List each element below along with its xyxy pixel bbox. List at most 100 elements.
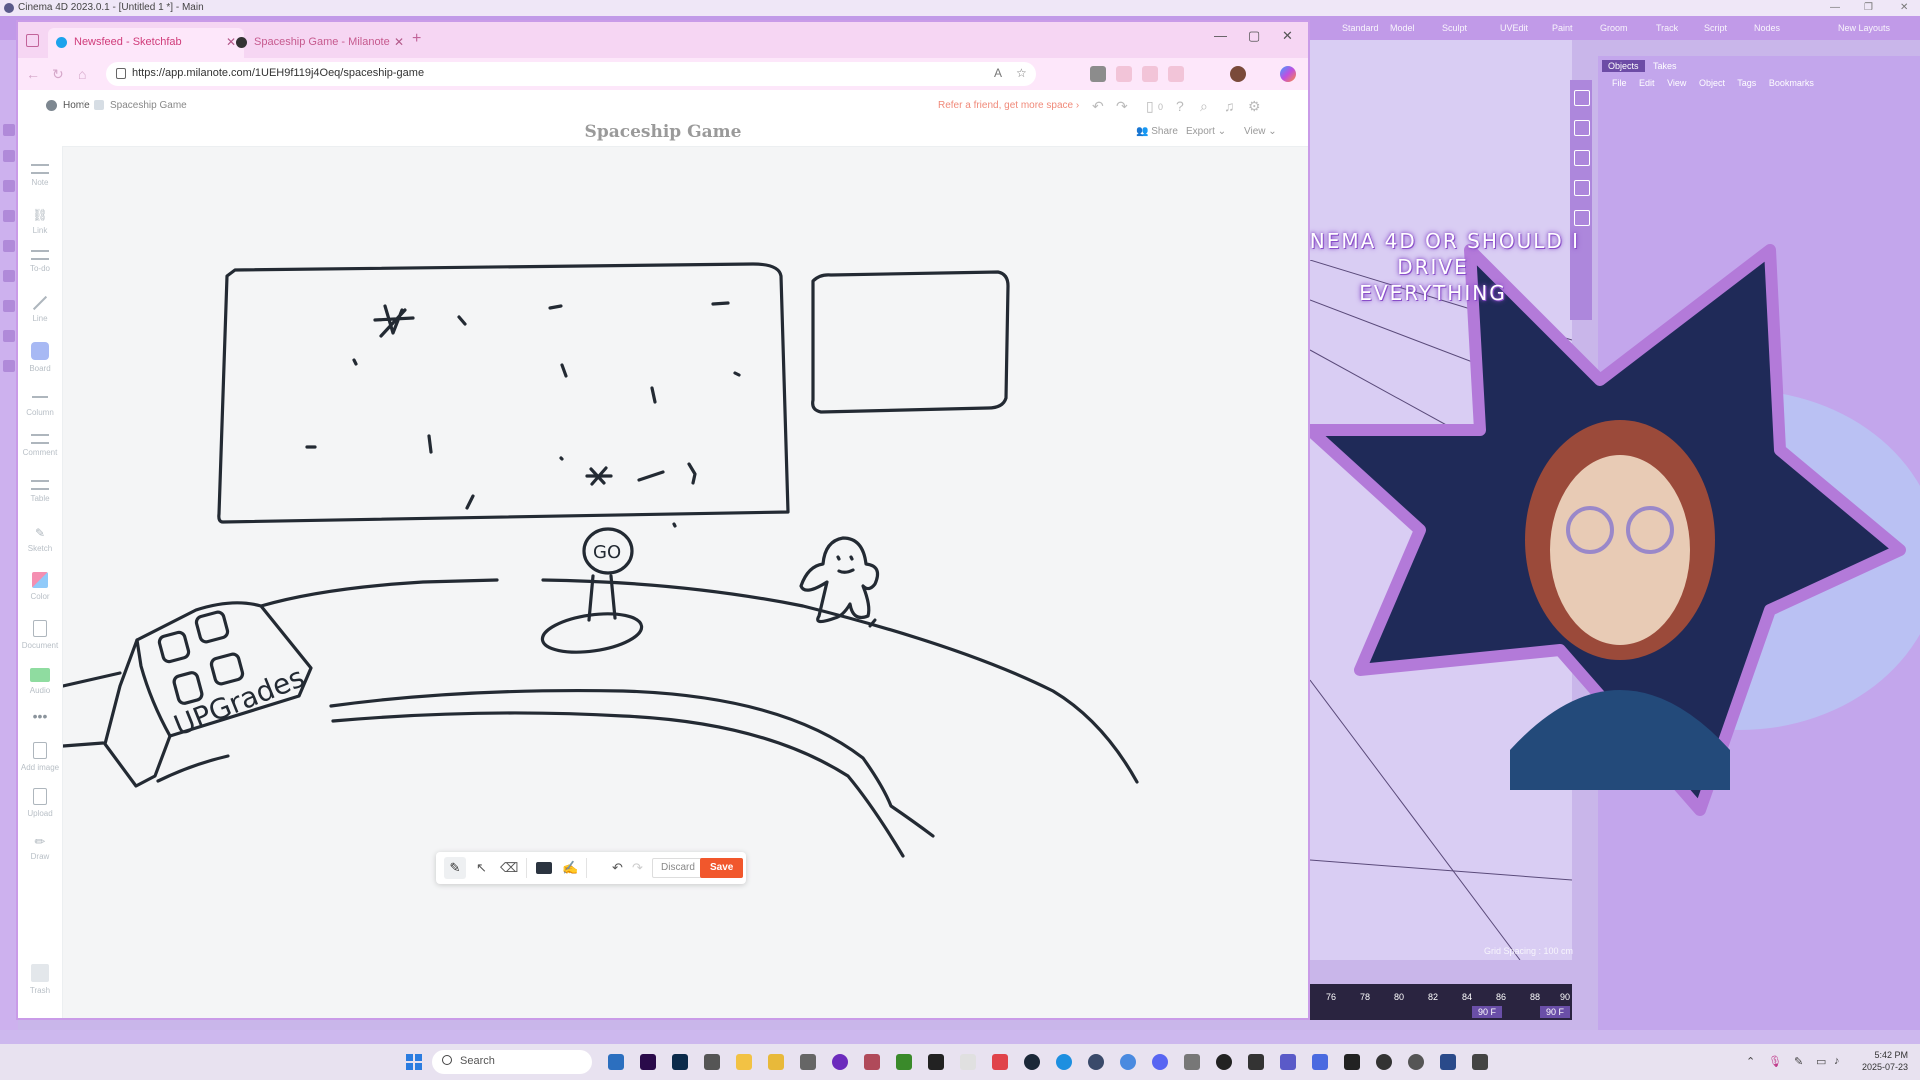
tool-draw[interactable]: ✏ Draw: [18, 834, 62, 861]
maximize-icon[interactable]: ❐: [1864, 0, 1873, 16]
c4d-view-icon[interactable]: [1574, 90, 1590, 106]
taskbar-app-icon[interactable]: [1120, 1054, 1136, 1070]
microphone-icon[interactable]: 🎙: [1768, 1055, 1782, 1068]
breadcrumb-board[interactable]: Spaceship Game: [94, 100, 187, 111]
undo-icon[interactable]: ↶: [612, 860, 623, 876]
taskbar-app-icon[interactable]: [1472, 1054, 1488, 1070]
tool-upload[interactable]: Upload: [18, 788, 62, 818]
board-title[interactable]: Spaceship Game: [18, 122, 1308, 142]
taskbar-app-icon[interactable]: [1312, 1054, 1328, 1070]
tool-line[interactable]: Line: [18, 294, 62, 323]
pen-icon[interactable]: ✎: [1794, 1055, 1803, 1068]
taskbar-app-icon[interactable]: [768, 1054, 784, 1070]
share-button[interactable]: 👥 Share: [1136, 126, 1178, 137]
taskbar-app-icon[interactable]: [864, 1054, 880, 1070]
extension-icon[interactable]: [1168, 66, 1184, 82]
tool-more[interactable]: •••: [18, 709, 62, 728]
c4d-layout-tab[interactable]: Model: [1390, 23, 1415, 33]
c4d-layout-tab[interactable]: UVEdit: [1500, 23, 1528, 33]
refresh-icon[interactable]: ↻: [52, 66, 64, 83]
c4d-menu-item[interactable]: File: [1612, 78, 1627, 88]
gear-icon[interactable]: [1574, 210, 1590, 226]
c4d-tool-icon[interactable]: [3, 180, 15, 192]
extension-icon[interactable]: [1116, 66, 1132, 82]
c4d-tool-icon[interactable]: [3, 360, 15, 372]
c4d-menu-item[interactable]: Tags: [1737, 78, 1756, 88]
tool-column[interactable]: Column: [18, 390, 62, 417]
tool-trash[interactable]: Trash: [18, 964, 62, 995]
premiere-icon[interactable]: [640, 1054, 656, 1070]
redo-icon[interactable]: ↷: [632, 860, 643, 876]
redo-icon[interactable]: ↷: [1116, 98, 1128, 115]
pen-size-icon[interactable]: ✍: [562, 860, 578, 876]
teams-icon[interactable]: [1280, 1054, 1296, 1070]
cube-icon[interactable]: [1574, 120, 1590, 136]
gear-icon[interactable]: ⚙: [1248, 98, 1261, 115]
tab-actions-icon[interactable]: [26, 34, 39, 47]
c4d-tool-icon[interactable]: [3, 124, 15, 136]
c4d-layout-tab[interactable]: Nodes: [1754, 23, 1780, 33]
discard-button[interactable]: Discard: [652, 858, 704, 878]
browser-tab-milanote[interactable]: Spaceship Game - Milanote ✕: [228, 28, 412, 58]
steam-icon[interactable]: [1024, 1054, 1040, 1070]
close-icon[interactable]: ✕: [1900, 0, 1908, 16]
c4d-layout-tab[interactable]: Track: [1656, 23, 1678, 33]
pen-color-swatch[interactable]: [536, 862, 552, 874]
minecraft-icon[interactable]: [896, 1054, 912, 1070]
tool-color[interactable]: Color: [18, 572, 62, 601]
reader-icon[interactable]: A: [994, 66, 1002, 80]
tool-comment[interactable]: Comment: [18, 434, 62, 457]
taskbar-app-icon[interactable]: [608, 1054, 624, 1070]
taskbar-app-icon[interactable]: [1440, 1054, 1456, 1070]
file-explorer-icon[interactable]: [736, 1054, 752, 1070]
c4d-tool-icon[interactable]: [3, 240, 15, 252]
tool-document[interactable]: Document: [18, 620, 62, 650]
windows-start-icon[interactable]: [406, 1054, 422, 1070]
tab-close-icon[interactable]: ✕: [394, 28, 404, 56]
c4d-layout-tab[interactable]: Standard: [1342, 23, 1379, 33]
pencil-tool-icon[interactable]: ✎: [444, 857, 466, 879]
tool-link[interactable]: ⛓ Link: [18, 208, 62, 235]
c4d-menu-item[interactable]: Bookmarks: [1769, 78, 1814, 88]
edge-icon[interactable]: [1056, 1054, 1072, 1070]
extension-icon[interactable]: [1142, 66, 1158, 82]
taskbar-app-icon[interactable]: [1408, 1054, 1424, 1070]
c4d-timeline[interactable]: 76 78 80 82 84 86 88 90 90 F 90 F: [1310, 984, 1572, 1020]
close-icon[interactable]: ✕: [1282, 28, 1293, 44]
back-icon[interactable]: ←: [26, 66, 40, 82]
taskbar-app-icon[interactable]: [960, 1054, 976, 1070]
c4d-tool-icon[interactable]: [3, 150, 15, 162]
url-field[interactable]: https://app.milanote.com/1UEH9f119j4Oeq/…: [106, 62, 1036, 86]
copilot-icon[interactable]: [1280, 66, 1296, 82]
tool-add-image[interactable]: Add image: [18, 742, 62, 772]
taskbar-app-icon[interactable]: [992, 1054, 1008, 1070]
c4d-layout-tab[interactable]: Script: [1704, 23, 1727, 33]
maximize-icon[interactable]: ▢: [1248, 28, 1260, 44]
tool-note[interactable]: Note: [18, 164, 62, 187]
device-icon[interactable]: ▯: [1146, 98, 1154, 115]
extension-icon[interactable]: [1090, 66, 1106, 82]
help-icon[interactable]: ?: [1176, 98, 1184, 114]
board-canvas[interactable]: GO UPGrades ✎ ↖ ⌫ ✍ ↶ ↷ Discard Save: [63, 146, 1308, 1018]
c4d-panel-tab-takes[interactable]: Takes: [1647, 60, 1683, 72]
c4d-tool-icon[interactable]: [3, 270, 15, 282]
photoshop-icon[interactable]: [672, 1054, 688, 1070]
tool-sketch[interactable]: ✎ Sketch: [18, 526, 62, 553]
refer-friend-link[interactable]: Refer a friend, get more space ›: [938, 100, 1079, 111]
export-button[interactable]: Export ⌄: [1186, 126, 1226, 137]
c4d-menu-item[interactable]: Edit: [1639, 78, 1655, 88]
minimize-icon[interactable]: —: [1830, 0, 1840, 16]
c4d-layout-tab[interactable]: Sculpt: [1442, 23, 1467, 33]
select-tool-icon[interactable]: ↖: [476, 860, 487, 876]
eraser-tool-icon[interactable]: ⌫: [500, 860, 518, 876]
text-icon[interactable]: [1574, 150, 1590, 166]
minimize-icon[interactable]: —: [1214, 28, 1227, 43]
browser-tab-sketchfab[interactable]: Newsfeed - Sketchfab ✕: [48, 28, 244, 58]
new-tab-icon[interactable]: +: [412, 30, 421, 48]
obs-icon[interactable]: [1216, 1054, 1232, 1070]
c4d-layout-tab[interactable]: Paint: [1552, 23, 1573, 33]
taskbar-app-icon[interactable]: [800, 1054, 816, 1070]
taskbar-app-icon[interactable]: [1344, 1054, 1360, 1070]
tool-todo[interactable]: To-do: [18, 250, 62, 273]
taskbar-app-icon[interactable]: [1088, 1054, 1104, 1070]
